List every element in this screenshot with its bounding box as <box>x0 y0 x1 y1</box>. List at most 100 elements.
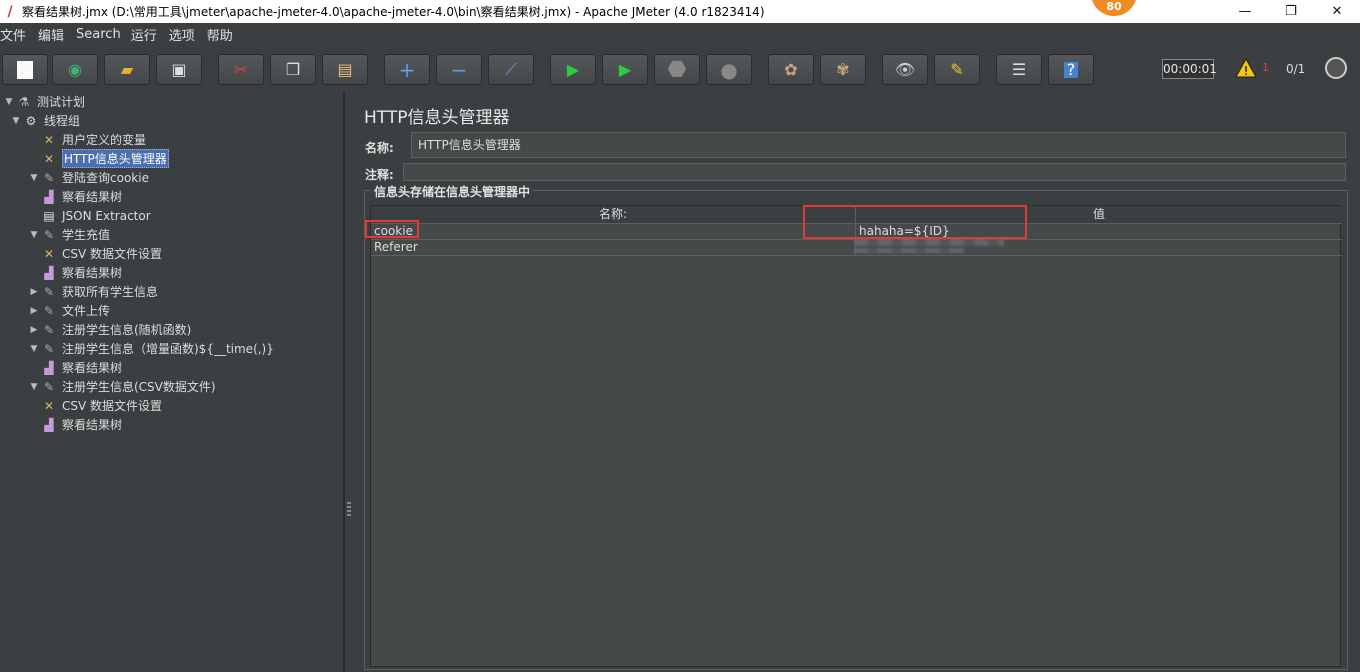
start-no-pause-button[interactable]: ▶ <box>602 54 648 85</box>
sampler-icon: ✎ <box>43 341 55 356</box>
shutdown-button[interactable]: ● <box>706 54 752 85</box>
tree-node-label: 察看结果树 <box>62 190 123 204</box>
tree-node-label: 注册学生信息(随机函数) <box>62 323 192 337</box>
header-manager-panel: HTTP信息头管理器 名称: HTTP信息头管理器 注释: 信息头存储在信息头管… <box>354 92 1360 672</box>
comment-label: 注释: <box>365 168 394 182</box>
column-header-name[interactable]: 名称: <box>371 206 856 224</box>
search-button[interactable]: 👁 <box>882 54 928 85</box>
notification-badge[interactable]: 80 <box>1091 0 1137 16</box>
tree-node-label: 学生充值 <box>62 228 111 242</box>
warning-icon[interactable]: ! <box>1235 58 1257 78</box>
menu-run[interactable]: 运行 <box>131 25 163 44</box>
clear-button[interactable]: ✿ <box>768 54 814 85</box>
stop-button[interactable]: ⬣ <box>654 54 700 85</box>
cut-button[interactable]: ✂ <box>218 54 264 85</box>
clear-icon: ✿ <box>784 59 798 79</box>
tree-node-label: 察看结果树 <box>62 266 123 280</box>
tree-node-label: 注册学生信息(CSV数据文件) <box>62 380 216 394</box>
tree-node[interactable]: ▶ ✎ 文件上传 <box>28 301 110 320</box>
clear-all-icon: ✾ <box>836 59 850 79</box>
tree-node[interactable]: ▤ JSON Extractor <box>36 206 151 225</box>
warning-count: 1 <box>1262 61 1269 74</box>
tree-node-label: 获取所有学生信息 <box>62 285 159 299</box>
expand-arrow-icon[interactable]: ▼ <box>10 116 22 126</box>
close-icon[interactable]: ✕ <box>1314 0 1360 23</box>
expand-arrow-icon[interactable]: ▼ <box>3 97 15 107</box>
jmeter-feather-icon: / <box>7 3 13 20</box>
split-pane-divider[interactable] <box>344 92 353 672</box>
open-button[interactable]: ▰ <box>104 54 150 85</box>
config-icon: ✕ <box>43 132 55 147</box>
shutdown-icon: ● <box>720 57 738 82</box>
tree-node-label: 文件上传 <box>62 304 111 318</box>
function-helper-button[interactable]: ☰ <box>996 54 1042 85</box>
copy-button[interactable]: ❐ <box>270 54 316 85</box>
expand-arrow-icon[interactable]: ▼ <box>28 344 40 354</box>
tree-node[interactable]: ▶ ✎ 获取所有学生信息 <box>28 282 158 301</box>
tree-node[interactable]: ▟ 察看结果树 <box>36 415 122 434</box>
tree-node[interactable]: ▼ ✎ 注册学生信息(CSV数据文件) <box>28 377 216 396</box>
sampler-icon: ✎ <box>43 303 55 318</box>
tree-node[interactable]: ▟ 察看结果树 <box>36 358 122 377</box>
stop-icon: ⬣ <box>667 56 687 82</box>
header-name-cell[interactable]: Referer <box>371 240 856 256</box>
collapse-arrow-icon[interactable]: ▶ <box>28 287 40 297</box>
reset-search-icon: ✎ <box>950 59 964 79</box>
name-label: 名称: <box>365 141 394 155</box>
save-button[interactable]: ▣ <box>156 54 202 85</box>
new-button[interactable] <box>2 54 48 85</box>
collapse-arrow-icon[interactable]: ▶ <box>28 325 40 335</box>
tree-node-label: JSON Extractor <box>62 208 151 223</box>
restore-icon[interactable]: ❐ <box>1268 0 1314 23</box>
toggle-button[interactable]: ⟋ <box>488 54 534 85</box>
tree-node[interactable]: ✕ CSV 数据文件设置 <box>36 244 162 263</box>
tree-node[interactable]: ✕ 用户定义的变量 <box>28 130 146 149</box>
minimize-icon[interactable]: — <box>1222 0 1268 23</box>
start-button[interactable]: ▶ <box>550 54 596 85</box>
comment-field[interactable] <box>403 163 1346 181</box>
tree-node[interactable]: ▶ ✎ 注册学生信息(随机函数) <box>28 320 192 339</box>
tree-node[interactable]: ✕ CSV 数据文件设置 <box>36 396 162 415</box>
extractor-icon: ▤ <box>43 208 55 223</box>
tree-node[interactable]: ▼ ⚗ 测试计划 <box>3 92 85 111</box>
paste-button[interactable]: ▤ <box>322 54 368 85</box>
name-field[interactable]: HTTP信息头管理器 <box>411 132 1346 158</box>
expand-arrow-icon[interactable]: ▼ <box>28 230 40 240</box>
expand-arrow-icon[interactable]: ▼ <box>28 173 40 183</box>
collapse-button[interactable]: − <box>436 54 482 85</box>
tree-node[interactable]: ✕ HTTP信息头管理器 <box>28 149 169 168</box>
tree-node[interactable]: ▼ ⚙ 线程组 <box>10 111 80 130</box>
headers-group: 信息头存储在信息头管理器中 名称: 值 cookie hahaha=${ID} … <box>364 183 1348 670</box>
redacted-value <box>854 248 964 253</box>
headers-group-title: 信息头存储在信息头管理器中 <box>371 183 534 200</box>
expand-icon: + <box>398 57 416 82</box>
tree-node[interactable]: ▼ ✎ 登陆查询cookie <box>28 168 149 187</box>
tree-node[interactable]: ▟ 察看结果树 <box>36 263 122 282</box>
menu-options[interactable]: 选项 <box>169 25 201 44</box>
help-button[interactable]: ? <box>1048 54 1094 85</box>
tree-node-label: HTTP信息头管理器 <box>62 149 169 168</box>
copy-icon: ❐ <box>285 59 301 79</box>
listener-icon: ▟ <box>44 417 54 432</box>
sampler-icon: ✎ <box>43 322 55 337</box>
listener-icon: ▟ <box>44 189 54 204</box>
expand-button[interactable]: + <box>384 54 430 85</box>
sampler-icon: ✎ <box>43 379 55 394</box>
tree-node[interactable]: ▟ 察看结果树 <box>36 187 122 206</box>
header-name-cell[interactable]: cookie <box>371 224 856 240</box>
tree-node-label: 线程组 <box>44 114 81 128</box>
reset-search-button[interactable]: ✎ <box>934 54 980 85</box>
menu-help[interactable]: 帮助 <box>207 25 239 44</box>
menu-file[interactable]: 文件 <box>0 25 32 44</box>
tree-node-label: 登陆查询cookie <box>62 171 149 185</box>
tree-node[interactable]: ▼ ✎ 注册学生信息（增量函数)${__time(,)} <box>28 339 274 358</box>
expand-arrow-icon[interactable]: ▼ <box>28 382 40 392</box>
remote-globe-icon[interactable] <box>1325 57 1347 79</box>
collapse-arrow-icon[interactable]: ▶ <box>28 306 40 316</box>
tree-node[interactable]: ▼ ✎ 学生充值 <box>28 225 110 244</box>
clear-all-button[interactable]: ✾ <box>820 54 866 85</box>
templates-button[interactable]: ◉ <box>52 54 98 85</box>
menu-search[interactable]: Search <box>76 27 127 42</box>
splitter-grip[interactable] <box>347 502 351 518</box>
menu-edit[interactable]: 编辑 <box>38 25 70 44</box>
